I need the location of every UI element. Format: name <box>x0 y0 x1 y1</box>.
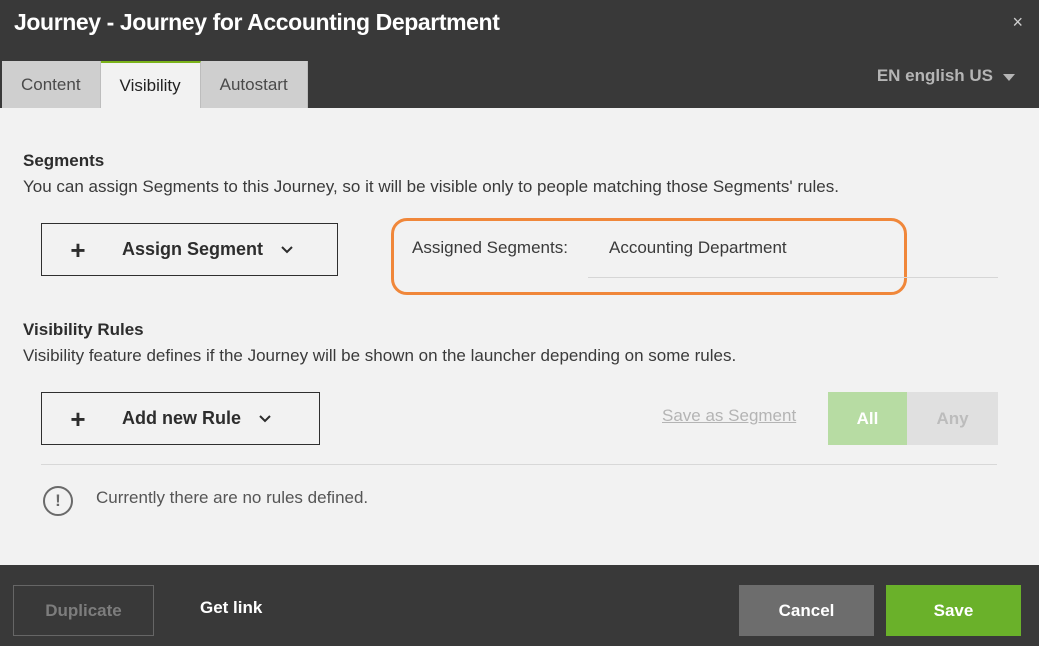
tab-bar: Content Visibility Autostart <box>2 61 308 108</box>
rules-divider <box>41 464 997 465</box>
assign-segment-label: Assign Segment <box>122 239 264 259</box>
segments-description: You can assign Segments to this Journey,… <box>23 177 839 196</box>
add-new-rule-label: Add new Rule <box>122 408 242 428</box>
chevron-down-icon <box>281 242 293 257</box>
duplicate-button[interactable]: Duplicate <box>13 585 154 636</box>
plus-icon: + <box>70 403 86 434</box>
chevron-down-icon <box>259 411 271 426</box>
add-new-rule-button[interactable]: + Add new Rule <box>41 392 320 445</box>
assigned-segments-label: Assigned Segments: <box>412 238 568 257</box>
close-icon[interactable]: × <box>1012 12 1023 33</box>
cancel-button[interactable]: Cancel <box>739 585 874 636</box>
assign-segment-button[interactable]: + Assign Segment <box>41 223 338 276</box>
assigned-segment-value: Accounting Department <box>609 238 787 257</box>
caret-down-icon <box>1003 73 1015 81</box>
tab-visibility[interactable]: Visibility <box>100 61 201 108</box>
tab-content[interactable]: Content <box>2 61 101 108</box>
save-as-segment-link[interactable]: Save as Segment <box>662 406 796 426</box>
visibility-rules-title: Visibility Rules <box>23 320 144 339</box>
save-button[interactable]: Save <box>886 585 1021 636</box>
segments-title: Segments <box>23 151 105 170</box>
empty-rules-message: Currently there are no rules defined. <box>96 488 369 507</box>
plus-icon: + <box>70 234 86 265</box>
dialog-title: Journey - Journey for Accounting Departm… <box>14 9 500 35</box>
dialog-footer: Duplicate Get link Cancel Save <box>0 565 1039 646</box>
language-select[interactable]: EN english US <box>877 66 1015 86</box>
match-all-toggle[interactable]: All <box>828 392 907 445</box>
assigned-segments-field[interactable]: Accounting Department <box>588 224 998 278</box>
dialog-header: Journey - Journey for Accounting Departm… <box>0 0 1039 108</box>
match-any-toggle[interactable]: Any <box>907 392 998 445</box>
get-link-button[interactable]: Get link <box>200 598 262 618</box>
info-icon: ! <box>43 486 73 516</box>
visibility-rules-description: Visibility feature defines if the Journe… <box>23 346 737 365</box>
language-label: EN english US <box>876 66 993 85</box>
tab-autostart[interactable]: Autostart <box>200 61 308 108</box>
